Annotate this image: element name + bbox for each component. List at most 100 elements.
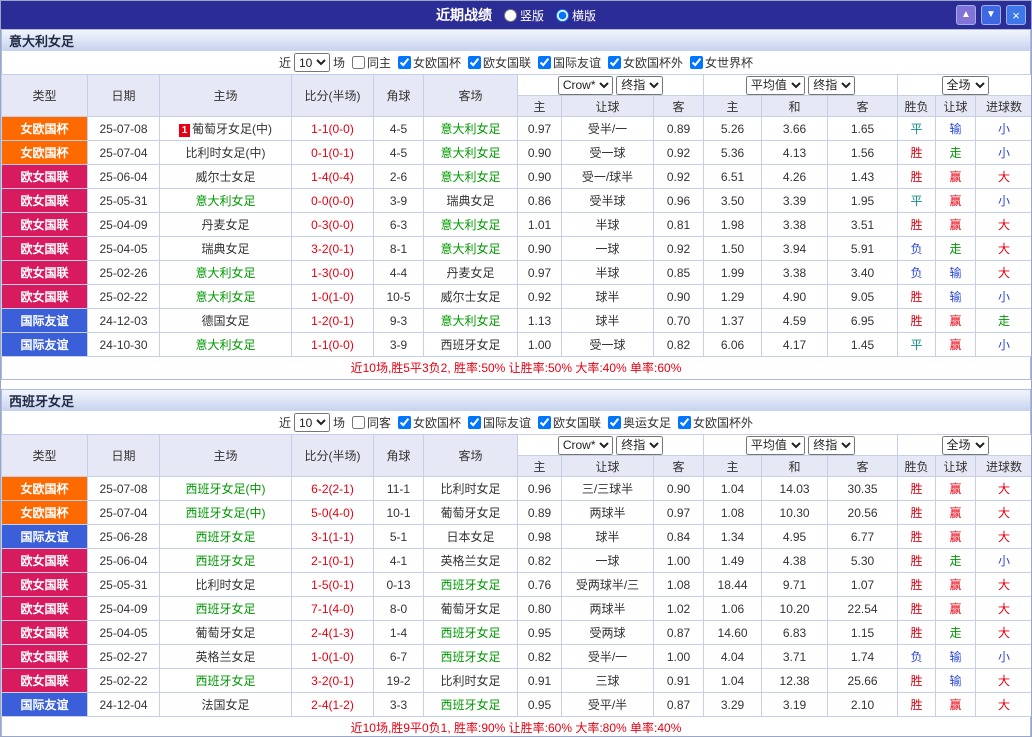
- corners: 6-7: [373, 644, 424, 669]
- away-team[interactable]: 葡萄牙女足: [423, 500, 518, 525]
- competition-checkbox[interactable]: 国际友谊: [538, 54, 601, 71]
- competition-checkbox[interactable]: 女欧国杯外: [608, 54, 683, 71]
- corners: 9-3: [373, 308, 424, 333]
- same-venue-input[interactable]: [351, 416, 365, 429]
- scope-select[interactable]: 全场: [941, 75, 989, 95]
- result-outcome: 胜: [897, 572, 937, 597]
- competition-checkbox[interactable]: 女欧国杯: [397, 54, 461, 71]
- away-team[interactable]: 比利时女足: [423, 476, 518, 501]
- away-team[interactable]: 威尔士女足: [423, 284, 518, 309]
- result-goals: 大: [975, 260, 1031, 285]
- same-venue-checkbox[interactable]: 同主: [351, 54, 391, 71]
- avg-draw: 3.71: [761, 644, 829, 669]
- away-team[interactable]: 西班牙女足: [423, 332, 518, 357]
- column-header: 客场: [423, 434, 518, 477]
- close-button[interactable]: ×: [1006, 5, 1026, 25]
- home-team[interactable]: 德国女足: [159, 308, 292, 333]
- home-team[interactable]: 意大利女足: [159, 284, 292, 309]
- horizontal-radio[interactable]: [556, 8, 569, 22]
- avg-draw: 3.38: [761, 212, 829, 237]
- odds-time-select[interactable]: 终指: [616, 75, 664, 95]
- score: 1-2(0-1): [291, 308, 374, 333]
- sub-header: 主: [517, 95, 562, 117]
- same-venue-checkbox[interactable]: 同客: [351, 414, 391, 431]
- move-up-button[interactable]: ▲: [956, 5, 976, 25]
- away-team[interactable]: 西班牙女足: [423, 620, 518, 645]
- odds-home: 0.96: [517, 476, 562, 501]
- competition-checkbox[interactable]: 女世界杯: [690, 54, 753, 71]
- home-team[interactable]: 西班牙女足(中): [159, 500, 292, 525]
- away-team[interactable]: 意大利女足: [423, 308, 518, 333]
- vertical-radio[interactable]: [503, 8, 517, 22]
- same-venue-input[interactable]: [351, 56, 365, 69]
- competition-checkbox[interactable]: 女欧国杯: [397, 414, 461, 431]
- away-team[interactable]: 西班牙女足: [423, 692, 518, 717]
- corners: 11-1: [373, 476, 424, 501]
- away-team[interactable]: 意大利女足: [423, 164, 518, 189]
- home-team[interactable]: 西班牙女足: [159, 524, 292, 549]
- away-team[interactable]: 西班牙女足: [423, 644, 518, 669]
- competition-checkbox[interactable]: 欧女国联: [468, 54, 531, 71]
- away-team[interactable]: 英格兰女足: [423, 548, 518, 573]
- odds-home: 0.90: [517, 236, 562, 261]
- away-team[interactable]: 丹麦女足: [423, 260, 518, 285]
- avg-time-select[interactable]: 终指: [808, 435, 856, 455]
- home-team[interactable]: 西班牙女足: [159, 596, 292, 621]
- home-team[interactable]: 瑞典女足: [159, 236, 292, 261]
- match-type-badge: 欧女国联: [1, 596, 88, 621]
- home-team[interactable]: 比利时女足: [159, 572, 292, 597]
- avg-value-select[interactable]: 平均值: [745, 435, 805, 455]
- home-team[interactable]: 西班牙女足: [159, 548, 292, 573]
- match-type-badge: 国际友谊: [1, 308, 88, 333]
- scope-select[interactable]: 全场: [941, 435, 989, 455]
- home-team[interactable]: 1 葡萄牙女足(中): [159, 116, 292, 141]
- odds-away: 0.70: [652, 308, 705, 333]
- home-team[interactable]: 丹麦女足: [159, 212, 292, 237]
- away-team[interactable]: 瑞典女足: [423, 188, 518, 213]
- layout-radio-horizontal[interactable]: 横版: [556, 7, 596, 24]
- competition-checkbox[interactable]: 国际友谊: [468, 414, 531, 431]
- away-team[interactable]: 意大利女足: [423, 116, 518, 141]
- match-date: 25-05-31: [87, 572, 160, 597]
- avg-value-select[interactable]: 平均值: [745, 75, 805, 95]
- odds-time-select[interactable]: 终指: [616, 435, 664, 455]
- odds-away: 0.92: [652, 164, 705, 189]
- result-handicap: 赢: [935, 524, 977, 549]
- odds-company-select[interactable]: Crow*: [557, 435, 613, 455]
- odds-company-select[interactable]: Crow*: [557, 75, 613, 95]
- avg-home: 6.51: [703, 164, 763, 189]
- match-count-select[interactable]: 10: [293, 53, 330, 72]
- home-team[interactable]: 意大利女足: [159, 332, 292, 357]
- home-team[interactable]: 比利时女足(中): [159, 140, 292, 165]
- handicap-line: 半球: [561, 212, 654, 237]
- competition-checkbox[interactable]: 女欧国杯外: [678, 414, 753, 431]
- away-team[interactable]: 意大利女足: [423, 236, 518, 261]
- home-team[interactable]: 葡萄牙女足: [159, 620, 292, 645]
- away-team[interactable]: 意大利女足: [423, 140, 518, 165]
- competition-checkbox[interactable]: 奥运女足: [608, 414, 671, 431]
- away-team[interactable]: 意大利女足: [423, 212, 518, 237]
- home-team[interactable]: 威尔士女足: [159, 164, 292, 189]
- home-team[interactable]: 西班牙女足: [159, 668, 292, 693]
- corners: 3-9: [373, 188, 424, 213]
- score: 5-0(4-0): [291, 500, 374, 525]
- away-team[interactable]: 西班牙女足: [423, 572, 518, 597]
- away-team[interactable]: 比利时女足: [423, 668, 518, 693]
- home-team[interactable]: 法国女足: [159, 692, 292, 717]
- away-team[interactable]: 葡萄牙女足: [423, 596, 518, 621]
- corners: 4-4: [373, 260, 424, 285]
- match-count-select[interactable]: 10: [293, 413, 330, 432]
- home-team[interactable]: 西班牙女足(中): [159, 476, 292, 501]
- away-team[interactable]: 日本女足: [423, 524, 518, 549]
- competition-checkbox[interactable]: 欧女国联: [538, 414, 601, 431]
- home-team[interactable]: 英格兰女足: [159, 644, 292, 669]
- odds-away: 0.84: [652, 524, 705, 549]
- home-team[interactable]: 意大利女足: [159, 188, 292, 213]
- move-down-button[interactable]: ▼: [981, 5, 1001, 25]
- result-handicap: 赢: [935, 188, 977, 213]
- handicap-line: 受两球半/三: [561, 572, 654, 597]
- avg-time-select[interactable]: 终指: [808, 75, 856, 95]
- home-team[interactable]: 意大利女足: [159, 260, 292, 285]
- score: 1-0(1-0): [291, 284, 374, 309]
- layout-radio-vertical[interactable]: 竖版: [503, 7, 544, 24]
